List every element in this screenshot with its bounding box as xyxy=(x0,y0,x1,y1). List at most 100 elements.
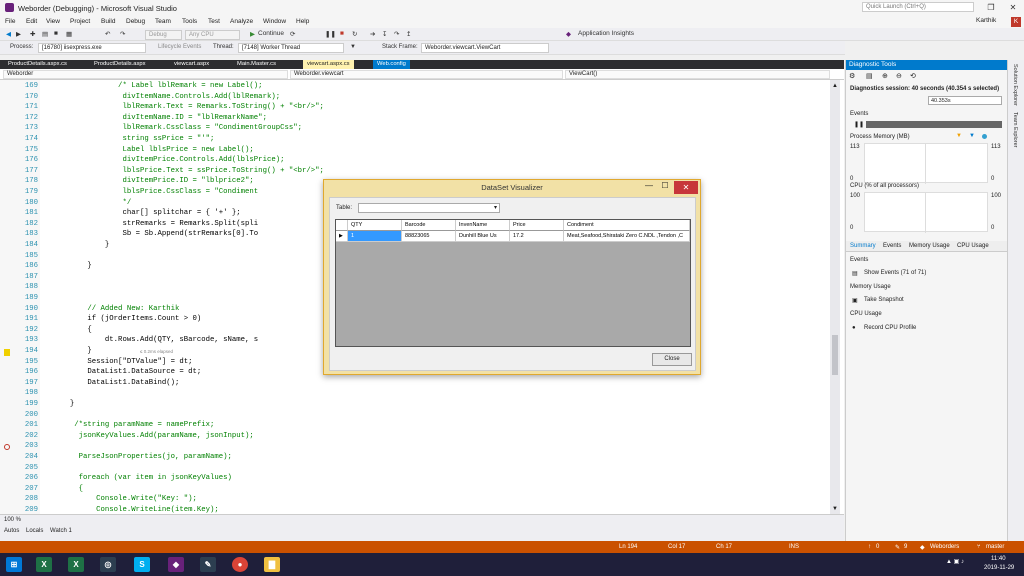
show-events-link[interactable]: Show Events (71 of 71) xyxy=(864,270,926,276)
code-line[interactable]: jsonKeyValues.Add(paramName, jsonInput); xyxy=(48,431,254,442)
code-line[interactable]: { xyxy=(48,325,91,336)
avatar[interactable]: K xyxy=(1011,17,1021,27)
table-select[interactable]: ▾ xyxy=(358,203,500,213)
menu-view[interactable]: View xyxy=(46,18,60,25)
undo-icon[interactable]: ↶ xyxy=(105,30,110,38)
tab-viewcart-aspx-cs[interactable]: viewcart.aspx.cs xyxy=(303,60,354,69)
code-line[interactable]: string ssPrice = "'"; xyxy=(48,134,214,145)
application-insights-icon[interactable]: ◆ xyxy=(566,30,571,38)
menu-file[interactable]: File xyxy=(5,18,15,25)
code-line[interactable]: lblRemark.Text = Remarks.ToString() + "<… xyxy=(48,102,323,113)
row-header[interactable]: ▶ xyxy=(336,231,348,242)
platform-select[interactable]: Any CPU xyxy=(185,30,240,40)
menu-edit[interactable]: Edit xyxy=(26,18,37,25)
dialog-close-button[interactable]: ✕ xyxy=(674,181,698,194)
tab-cpu-usage[interactable]: CPU Usage xyxy=(957,243,989,249)
memory-chart[interactable] xyxy=(864,143,988,184)
tab-productdetails-aspx-cs[interactable]: ProductDetails.aspx.cs xyxy=(4,60,71,69)
code-line[interactable]: Session["DTValue"] = dt; xyxy=(48,357,192,368)
tool-icon[interactable]: ✎ xyxy=(200,557,216,572)
code-line[interactable]: lblsPrice.Text = ssPrice.ToString() + "<… xyxy=(48,166,323,177)
application-insights-button[interactable]: Application Insights xyxy=(578,30,634,37)
tab-autos[interactable]: Autos xyxy=(4,528,19,534)
code-line[interactable]: DataList1.DataSource = dt; xyxy=(48,367,201,378)
restart-icon[interactable]: ↻ xyxy=(352,30,357,38)
cpu-chart[interactable] xyxy=(864,192,988,233)
step-over-icon[interactable]: ↷ xyxy=(394,30,399,38)
forward-icon[interactable]: ▶ xyxy=(16,30,21,38)
time-ruler[interactable]: 40.353s xyxy=(928,96,1002,105)
column-header-condiment[interactable]: Condiment xyxy=(564,220,690,231)
file-explorer-icon[interactable]: ▇ xyxy=(264,557,280,572)
solution-explorer-tab[interactable]: Solution Explorer xyxy=(1012,64,1018,106)
reset-view-icon[interactable]: ⟲ xyxy=(910,72,916,80)
excel-2-icon[interactable]: X xyxy=(68,557,84,572)
tab-locals[interactable]: Locals xyxy=(26,528,43,534)
filter-icon[interactable]: ▼ xyxy=(350,44,356,50)
tray-icons[interactable]: ▲ ▣ ♪ xyxy=(946,558,964,565)
continue-icon[interactable]: ▶ xyxy=(250,30,255,38)
menu-build[interactable]: Build xyxy=(101,18,115,25)
close-dialog-button[interactable]: Close xyxy=(652,353,692,366)
cell-invenname[interactable]: Dunhill Blue Us xyxy=(456,231,510,242)
continue-button[interactable]: Continue xyxy=(258,30,284,37)
code-line[interactable]: char[] splitchar = { '+' }; xyxy=(48,208,240,219)
code-line[interactable]: dt.Rows.Add(QTY, sBarcode, sName, s xyxy=(48,335,258,346)
save-icon[interactable]: ■ xyxy=(54,30,58,37)
process-select[interactable]: [16780] iisexpress.exe xyxy=(38,43,146,53)
user-name[interactable]: Karthik xyxy=(976,17,996,24)
code-line[interactable]: ParseJsonProperties(jo, paramName); xyxy=(48,452,232,463)
refresh-icon[interactable]: ⟳ xyxy=(290,30,295,38)
code-line[interactable]: divItemName.Controls.Add(lblRemark); xyxy=(48,92,280,103)
project-nav-select[interactable]: Weborder xyxy=(3,70,288,79)
menu-project[interactable]: Project xyxy=(70,18,90,25)
step-into-icon[interactable]: ↧ xyxy=(382,30,387,38)
menu-debug[interactable]: Debug xyxy=(126,18,145,25)
thread-select[interactable]: [7148] Worker Thread xyxy=(238,43,344,53)
clock-time[interactable]: 11:40 xyxy=(991,556,1006,562)
menu-analyze[interactable]: Analyze xyxy=(230,18,253,25)
code-line[interactable]: Sb = Sb.Append(strRemarks[0].To xyxy=(48,229,258,240)
open-icon[interactable]: ▤ xyxy=(42,30,48,38)
code-line[interactable]: DataList1.DataBind(); xyxy=(48,378,179,389)
zoom-level[interactable]: 100 % xyxy=(4,517,21,523)
tab-viewcart-aspx[interactable]: viewcart.aspx xyxy=(170,60,213,69)
close-button[interactable]: ✕ xyxy=(1002,0,1024,16)
code-line[interactable]: divItemPrice.ID = "lblprice2"; xyxy=(48,176,253,187)
excel-icon[interactable]: X xyxy=(36,557,52,572)
code-line[interactable]: */ xyxy=(48,198,131,209)
class-nav-select[interactable]: Weborder.viewcart xyxy=(290,70,563,79)
visual-studio-taskbar-icon[interactable]: ◆ xyxy=(168,557,184,572)
pause-icon[interactable]: ❚❚ xyxy=(325,30,336,38)
pause-icon[interactable]: ❚❚ xyxy=(854,121,864,128)
dialog-maximize-button[interactable]: ☐ xyxy=(657,181,673,194)
clock-date[interactable]: 2019-11-29 xyxy=(984,565,1014,571)
branch-name[interactable]: master xyxy=(986,544,1004,550)
cell-price[interactable]: 17.2 xyxy=(510,231,564,242)
unpushed-commits[interactable]: 0 xyxy=(876,544,879,550)
code-line[interactable]: } xyxy=(48,261,91,272)
step-out-icon[interactable]: ↥ xyxy=(406,30,411,38)
code-line[interactable]: divItemName.ID = "lblRemarkName"; xyxy=(48,113,267,124)
code-line[interactable]: Console.WriteLine(item.Key); xyxy=(48,505,219,514)
zoom-in-icon[interactable]: ⊕ xyxy=(882,72,888,80)
events-timeline[interactable] xyxy=(866,121,1002,128)
code-line[interactable]: Console.Write("Key: "); xyxy=(48,494,197,505)
repository-name[interactable]: Weborders xyxy=(930,544,959,550)
data-grid[interactable]: QTY Barcode InvenName Price Condiment ▶ … xyxy=(335,219,691,347)
tab-events[interactable]: Events xyxy=(883,243,901,249)
select-tools-icon[interactable]: ▤ xyxy=(866,72,873,80)
menu-test[interactable]: Test xyxy=(208,18,220,25)
code-line[interactable]: lblRemark.CssClass = "CondimentGroupCss"… xyxy=(48,123,302,134)
settings-icon[interactable]: ⚙ xyxy=(849,72,855,80)
record-cpu-profile-button[interactable]: Record CPU Profile xyxy=(864,325,916,331)
column-header-invenname[interactable]: InvenName xyxy=(456,220,510,231)
tab-watch-1[interactable]: Watch 1 xyxy=(50,528,72,534)
stack-frame-select[interactable]: Weborder.viewcart.ViewCart xyxy=(421,43,549,53)
tab-productdetails-aspx[interactable]: ProductDetails.aspx xyxy=(90,60,150,69)
code-line[interactable]: } xyxy=(48,346,91,357)
menu-team[interactable]: Team xyxy=(155,18,171,25)
tab-summary[interactable]: Summary xyxy=(850,243,876,249)
cell-barcode[interactable]: 88823065 xyxy=(402,231,456,242)
cell-condiment[interactable]: Meat,Seafood,Shirataki Zero C.NDL ,Tendo… xyxy=(564,231,690,242)
